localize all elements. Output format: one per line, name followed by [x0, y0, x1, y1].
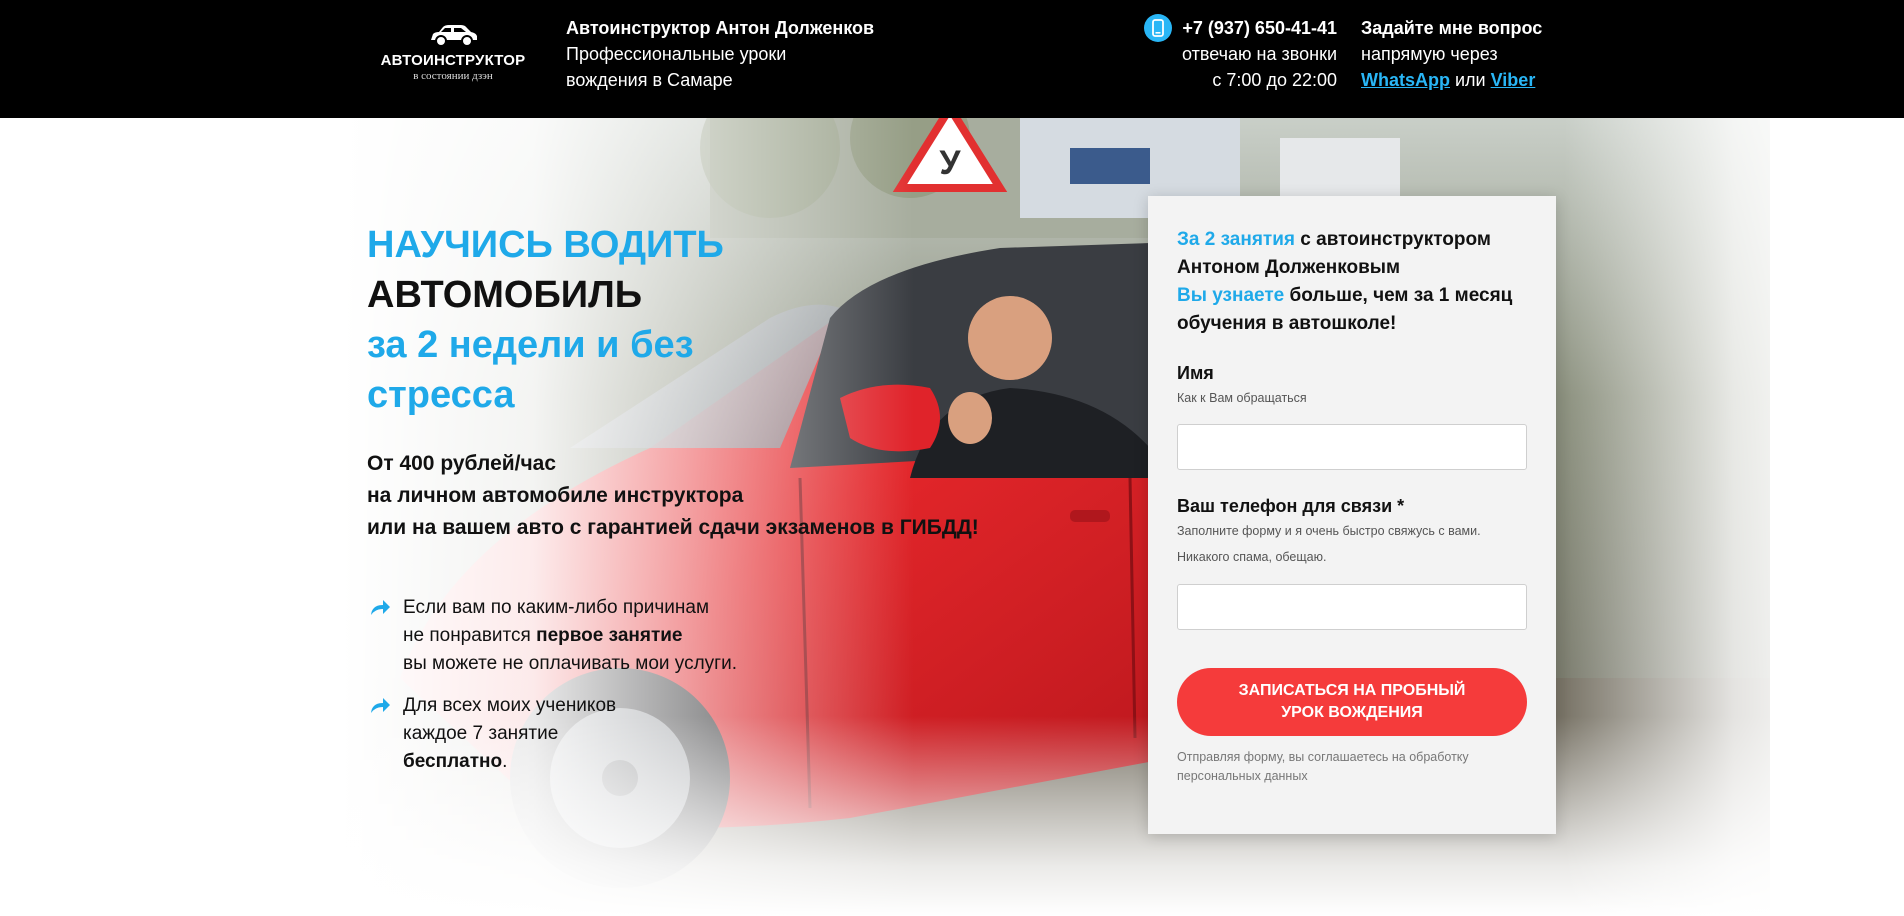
benefit-line: бесплатно.	[403, 751, 508, 772]
benefit-line: не понравится первое занятие	[403, 625, 683, 646]
price-line: От 400 рублей/час	[367, 452, 557, 475]
subtext-line: на личном автомобиле инструктора	[367, 484, 744, 507]
subtext-line: или на вашем авто с гарантией сдачи экза…	[367, 516, 979, 539]
name-input[interactable]	[1177, 424, 1527, 470]
phone-hint: Заполните форму и я очень быстро свяжусь…	[1177, 524, 1481, 538]
curved-arrow-icon	[369, 598, 391, 626]
site-header: АВТОИНСТРУКТОР в состоянии дзэн Автоинст…	[0, 0, 1904, 118]
benefits-list: Если вам по каким-либо причинам не понра…	[367, 594, 737, 790]
header-about: Автоинструктор Антон Долженков Профессио…	[566, 15, 874, 93]
logo-subtitle: в состоянии дзэн	[413, 70, 493, 82]
name-label: Имя	[1177, 363, 1214, 383]
intro-line: Антоном Долженковым	[1177, 257, 1401, 278]
benefit-line: Для всех моих учеников	[403, 695, 617, 716]
viber-link[interactable]: Viber	[1491, 70, 1536, 90]
instructor-name: Автоинструктор Антон Долженков	[566, 18, 875, 38]
intro-line: обучения в автошколе!	[1177, 313, 1397, 334]
hero-headline: НАУЧИСЬ ВОДИТЬ АВТОМОБИЛЬ за 2 недели и …	[367, 220, 724, 420]
benefit-line: каждое 7 занятие	[403, 723, 559, 744]
phone-number[interactable]: +7 (937) 650-41-41	[1182, 15, 1337, 41]
phone-hint: Никакого спама, обещаю.	[1177, 550, 1327, 564]
curved-arrow-icon	[369, 696, 391, 724]
ask-title: Задайте мне вопрос	[1361, 18, 1543, 38]
intro-line: Вы узнаете больше, чем за 1 месяц	[1177, 285, 1513, 306]
phone-label: Ваш телефон для связи *	[1177, 496, 1405, 516]
name-hint: Как к Вам обращаться	[1177, 391, 1307, 405]
ask-or: или	[1450, 70, 1491, 90]
phone-hours-line: с 7:00 до 22:00	[1212, 70, 1337, 90]
whatsapp-link[interactable]: WhatsApp	[1361, 70, 1450, 90]
benefit-line: вы можете не оплачивать мои услуги.	[403, 653, 737, 674]
headline-line: АВТОМОБИЛЬ	[367, 274, 643, 316]
submit-button[interactable]: ЗАПИСАТЬСЯ НА ПРОБНЫЙ УРОК ВОЖДЕНИЯ	[1177, 668, 1527, 736]
ask-links: WhatsApp или Viber	[1361, 67, 1542, 93]
form-intro: За 2 занятия с автоинструктором Антоном …	[1177, 226, 1537, 338]
phone-icon	[1144, 14, 1172, 42]
benefit-line: Если вам по каким-либо причинам	[403, 597, 710, 618]
headline-line: стресса	[367, 374, 515, 416]
signup-form: За 2 занятия с автоинструктором Антоном …	[1148, 196, 1556, 834]
header-phone: +7 (937) 650-41-41 отвечаю на звонки с 7…	[1182, 15, 1337, 93]
about-line: вождения в Самаре	[566, 70, 733, 90]
header-ask: Задайте мне вопрос напрямую через WhatsA…	[1361, 15, 1542, 93]
benefit-item: Если вам по каким-либо причинам не понра…	[367, 594, 737, 678]
benefit-emphasis: бесплатно	[403, 751, 503, 772]
photo-fade-right	[1564, 118, 1904, 916]
logo-title: АВТОИНСТРУКТОР	[380, 52, 526, 69]
headline-line: за 2 недели и без	[367, 324, 694, 366]
privacy-note: Отправляя форму, вы соглашаетесь на обра…	[1177, 750, 1469, 783]
intro-line: За 2 занятия с автоинструктором	[1177, 229, 1491, 250]
car-icon	[378, 24, 528, 48]
benefit-item: Для всех моих учеников каждое 7 занятие …	[367, 692, 737, 776]
hero-section: У НАУЧИСЬ ВОДИТЬ АВТОМОБИЛЬ за 2 недели …	[0, 118, 1904, 916]
ask-line: напрямую через	[1361, 44, 1498, 64]
phone-input[interactable]	[1177, 584, 1527, 630]
hero-subtext: От 400 рублей/час на личном автомобиле и…	[367, 448, 979, 544]
phone-hours-line: отвечаю на звонки	[1182, 44, 1337, 64]
headline-line: НАУЧИСЬ ВОДИТЬ	[367, 224, 724, 266]
logo[interactable]: АВТОИНСТРУКТОР в состоянии дзэн	[378, 24, 528, 82]
about-line: Профессиональные уроки	[566, 44, 787, 64]
benefit-emphasis: первое занятие	[536, 625, 683, 646]
